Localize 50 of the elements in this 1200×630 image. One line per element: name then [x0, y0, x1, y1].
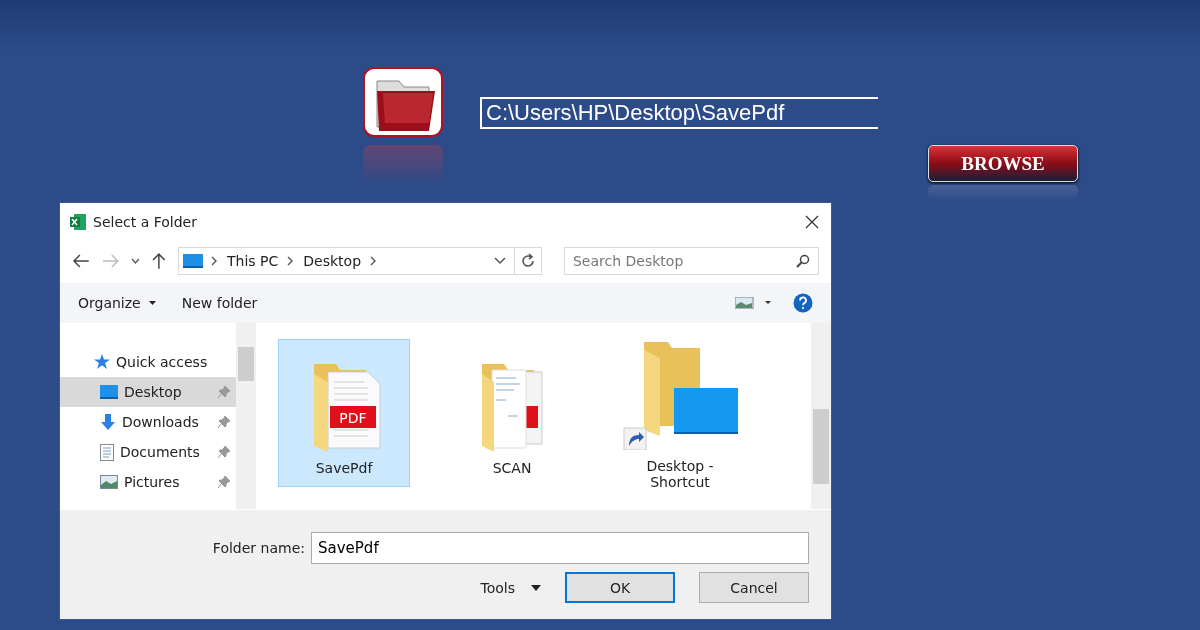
back-arrow-icon[interactable] — [72, 254, 90, 268]
field-label: Folder name: — [212, 540, 305, 556]
pdf-label: PDF — [339, 410, 367, 426]
folder-name-field[interactable]: SavePdf — [311, 532, 809, 564]
organize-menu[interactable]: Organize — [74, 293, 145, 313]
search-field[interactable]: Search Desktop — [564, 247, 819, 275]
address-bar[interactable]: This PC Desktop — [178, 247, 542, 275]
up-arrow-icon[interactable] — [152, 252, 166, 270]
pin-icon[interactable] — [218, 476, 230, 488]
folder-item[interactable]: PDF SavePdf — [278, 339, 410, 487]
spreadsheet-app-icon — [69, 213, 87, 231]
window-title: Select a Folder — [93, 214, 198, 230]
breadcrumb-item[interactable]: Desktop — [303, 253, 362, 269]
ok-button[interactable]: OK — [565, 572, 675, 603]
document-icon — [100, 443, 114, 461]
chevron-down-icon[interactable] — [131, 258, 141, 264]
chevron-down-icon[interactable] — [494, 257, 506, 265]
nav-item[interactable]: Quick access — [60, 347, 236, 377]
folder-icon — [363, 67, 443, 139]
help-icon[interactable] — [793, 293, 813, 313]
pin-icon[interactable] — [218, 416, 230, 428]
browse-button[interactable]: BROWSE — [928, 145, 1078, 182]
star-icon — [92, 354, 110, 370]
close-icon[interactable] — [805, 215, 819, 229]
monitor-icon — [100, 385, 118, 399]
monitor-icon — [183, 254, 203, 268]
download-arrow-icon — [100, 414, 116, 430]
cancel-button[interactable]: Cancel — [699, 572, 809, 603]
new-folder-button[interactable]: New folder — [177, 293, 262, 313]
chevron-right-icon[interactable] — [287, 256, 295, 266]
search-icon — [796, 254, 810, 268]
tools-menu[interactable]: Tools — [474, 578, 521, 597]
view-options-icon[interactable] — [735, 297, 771, 309]
folder-item[interactable]: SCAN — [446, 339, 578, 487]
scrollbar[interactable] — [811, 323, 831, 509]
path-field[interactable]: C:\Users\HP\Desktop\SavePdf — [480, 97, 878, 129]
pin-icon[interactable] — [218, 446, 230, 458]
picture-icon — [100, 475, 118, 489]
nav-item[interactable]: Downloads — [60, 407, 236, 437]
chevron-right-icon[interactable] — [211, 256, 218, 266]
caret-icon[interactable] — [531, 584, 541, 591]
scrollbar[interactable] — [236, 323, 256, 509]
nav-item[interactable]: Documents — [60, 437, 236, 467]
breadcrumb-item[interactable]: This PC — [227, 253, 279, 269]
nav-item[interactable]: Pictures — [60, 467, 236, 497]
desktop-shortcut-icon — [620, 340, 740, 450]
caret-icon[interactable] — [148, 301, 156, 305]
folder-item[interactable]: Desktop - Shortcut — [614, 339, 746, 487]
nav-item[interactable]: Desktop — [60, 377, 236, 407]
chevron-right-icon[interactable] — [370, 256, 378, 266]
